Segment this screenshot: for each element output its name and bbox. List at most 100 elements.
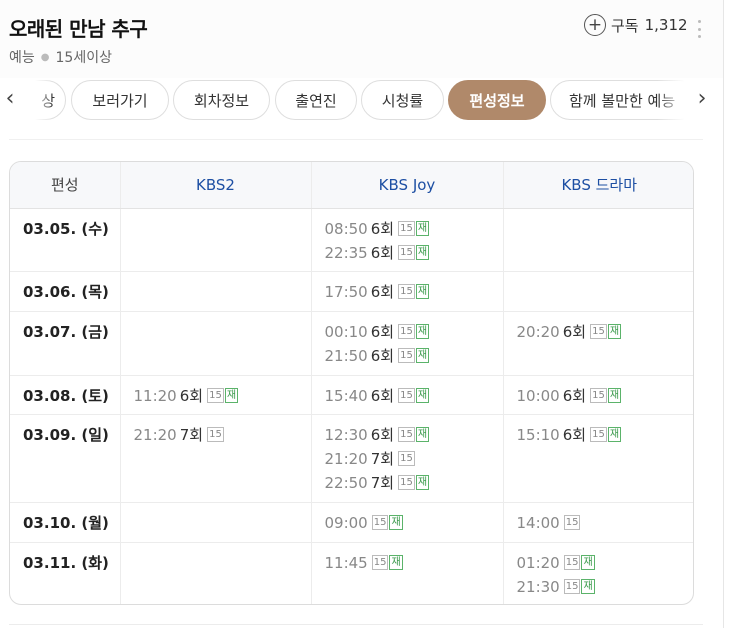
airtime-slot: 14:00 15 <box>516 511 694 535</box>
schedule-cell <box>119 208 311 271</box>
airtime-slot: 15:10 6회 15 재 <box>516 423 694 447</box>
age-rating-badge: 15 <box>563 579 581 594</box>
air-time: 11:45 <box>324 553 368 572</box>
age-rating-label: 15세이상 <box>55 50 112 66</box>
schedule-cell: 00:10 6회 15 재 21:50 6회 15 재 <box>310 310 503 375</box>
subscribe-label: 구독 <box>611 16 639 35</box>
rerun-badge: 재 <box>581 579 595 594</box>
episode-number: 7회 <box>179 425 204 444</box>
schedule-cell: 12:30 6회 15 재 21:20 7회 15 22:50 7회 15 재 <box>310 413 503 502</box>
plus-circle-icon: + <box>584 14 606 36</box>
air-time: 22:35 <box>324 243 368 262</box>
airtime-slot: 22:35 6회 15 재 <box>325 241 503 265</box>
schedule-cell: 01:20 15 재 21:30 15 재 <box>502 541 694 604</box>
separator-dot: ● <box>40 52 50 63</box>
program-header: 오래된 만남 추구 예능 ● 15세이상 + 구독 1,312 <box>0 0 724 78</box>
tab-episodes[interactable]: 회차정보 <box>173 80 270 120</box>
episode-number: 7회 <box>370 473 395 492</box>
episode-number: 6회 <box>370 219 395 238</box>
schedule-cell: 11:45 15 재 <box>310 541 503 604</box>
age-rating-badge: 15 <box>563 515 581 530</box>
airtime-slot: 20:20 6회 15 재 <box>516 320 694 344</box>
age-rating-badge: 15 <box>590 324 607 339</box>
header-channel-kbs-drama[interactable]: KBS 드라마 <box>502 162 693 209</box>
schedule-cell: 10:00 6회 15 재 <box>502 374 694 414</box>
age-rating-badge: 15 <box>398 388 415 403</box>
episode-number: 6회 <box>562 425 587 444</box>
airtime-slot: 00:10 6회 15 재 <box>325 320 503 344</box>
age-rating-badge: 15 <box>207 427 224 442</box>
date-cell: 03.05. (수) <box>23 219 109 238</box>
schedule-table: 편성 KBS2 KBS Joy KBS 드라마 03.05. (수) 08:50 6… <box>9 161 694 605</box>
tab-watch[interactable]: 보러가기 <box>71 80 169 120</box>
rerun-badge: 재 <box>607 388 622 403</box>
airtime-slot: 01:20 15 재 <box>517 551 694 575</box>
air-time: 21:20 <box>324 449 368 468</box>
airtime-slot: 10:00 6회 15 재 <box>516 384 694 408</box>
episode-number: 6회 <box>562 386 587 405</box>
episode-number: 6회 <box>370 322 395 341</box>
air-time: 11:20 <box>133 386 177 405</box>
age-rating-badge: 15 <box>398 284 415 299</box>
age-rating-badge: 15 <box>590 427 607 442</box>
air-time: 14:00 <box>516 513 560 532</box>
age-rating-badge: 15 <box>371 515 389 530</box>
date-cell: 03.10. (월) <box>10 501 120 542</box>
episode-number: 7회 <box>370 449 395 468</box>
airtime-slot: 11:20 6회 15 재 <box>134 384 311 408</box>
air-time: 15:40 <box>324 386 368 405</box>
age-rating-badge: 15 <box>398 427 415 442</box>
header-channel-kbs2[interactable]: KBS2 <box>119 162 311 209</box>
tab-ratings[interactable]: 시청률 <box>361 80 444 120</box>
schedule-cell: 08:50 6회 15 재 22:35 6회 15 재 <box>310 208 503 271</box>
program-meta: 예능 ● 15세이상 <box>9 47 112 67</box>
table-row: 03.08. (토) 11:20 6회 15 재 15:40 6회 15 재 10:00 6회 15 재 <box>10 374 694 414</box>
rerun-badge: 재 <box>415 427 430 442</box>
more-vertical-icon[interactable] <box>695 20 703 38</box>
air-time: 10:00 <box>516 386 560 405</box>
subscribe-button[interactable]: + 구독 1,312 <box>584 14 688 36</box>
program-title[interactable]: 오래된 만남 추구 <box>9 13 148 42</box>
age-rating-badge: 15 <box>207 388 224 403</box>
air-time: 12:30 <box>324 425 368 444</box>
airtime-slot: 08:50 6회 15 재 <box>325 217 503 241</box>
air-time: 21:50 <box>324 346 368 365</box>
rerun-badge: 재 <box>415 221 430 236</box>
tab-cast[interactable]: 출연진 <box>275 80 357 120</box>
rerun-badge: 재 <box>607 324 622 339</box>
age-rating-badge: 15 <box>398 221 415 236</box>
schedule-cell: 21:20 7회 15 <box>119 413 311 502</box>
airtime-slot: 21:30 15 재 <box>517 575 694 599</box>
date-cell: 03.08. (토) <box>10 374 120 414</box>
table-row: 03.10. (월) 09:00 15 재 14:00 15 <box>10 501 694 542</box>
table-row: 03.09. (일) 21:20 7회 15 12:30 6회 15 재 21:20 7회 15 22… <box>10 413 694 502</box>
age-rating-badge: 15 <box>398 475 415 490</box>
date-cell: 03.06. (목) <box>10 270 120 311</box>
airtime-slot: 12:30 6회 15 재 <box>325 423 503 447</box>
air-time: 15:10 <box>516 425 560 444</box>
chevron-right-icon[interactable]: › <box>695 88 709 112</box>
airtime-slot: 21:20 7회 15 <box>134 423 311 447</box>
air-time: 08:50 <box>324 219 368 238</box>
episode-number: 6회 <box>370 425 395 444</box>
rerun-badge: 재 <box>415 475 430 490</box>
air-time: 09:00 <box>324 513 368 532</box>
rerun-badge: 재 <box>607 427 622 442</box>
subscriber-count: 1,312 <box>644 16 688 34</box>
tab-schedule[interactable]: 편성정보 <box>448 80 546 120</box>
schedule-cell: 14:00 15 <box>502 501 694 542</box>
episode-number: 6회 <box>370 282 395 301</box>
fade-right <box>657 80 685 120</box>
airtime-slot: 21:50 6회 15 재 <box>325 344 503 368</box>
date-cell: 03.09. (일) <box>10 413 120 502</box>
header-schedule: 편성 <box>10 162 120 209</box>
genre-label[interactable]: 예능 <box>9 50 35 66</box>
header-channel-kbs-joy[interactable]: KBS Joy <box>310 162 503 209</box>
rerun-badge: 재 <box>415 348 430 363</box>
rerun-badge: 재 <box>415 245 430 260</box>
air-time: 20:20 <box>516 322 560 341</box>
rerun-badge: 재 <box>415 324 430 339</box>
tab-strip: 상 보러가기 회차정보 출연진 시청률 편성정보 함께 볼만한 예능 <box>35 80 685 120</box>
airtime-slot: 11:45 15 재 <box>325 551 503 575</box>
chevron-left-icon[interactable]: ‹ <box>3 88 17 112</box>
